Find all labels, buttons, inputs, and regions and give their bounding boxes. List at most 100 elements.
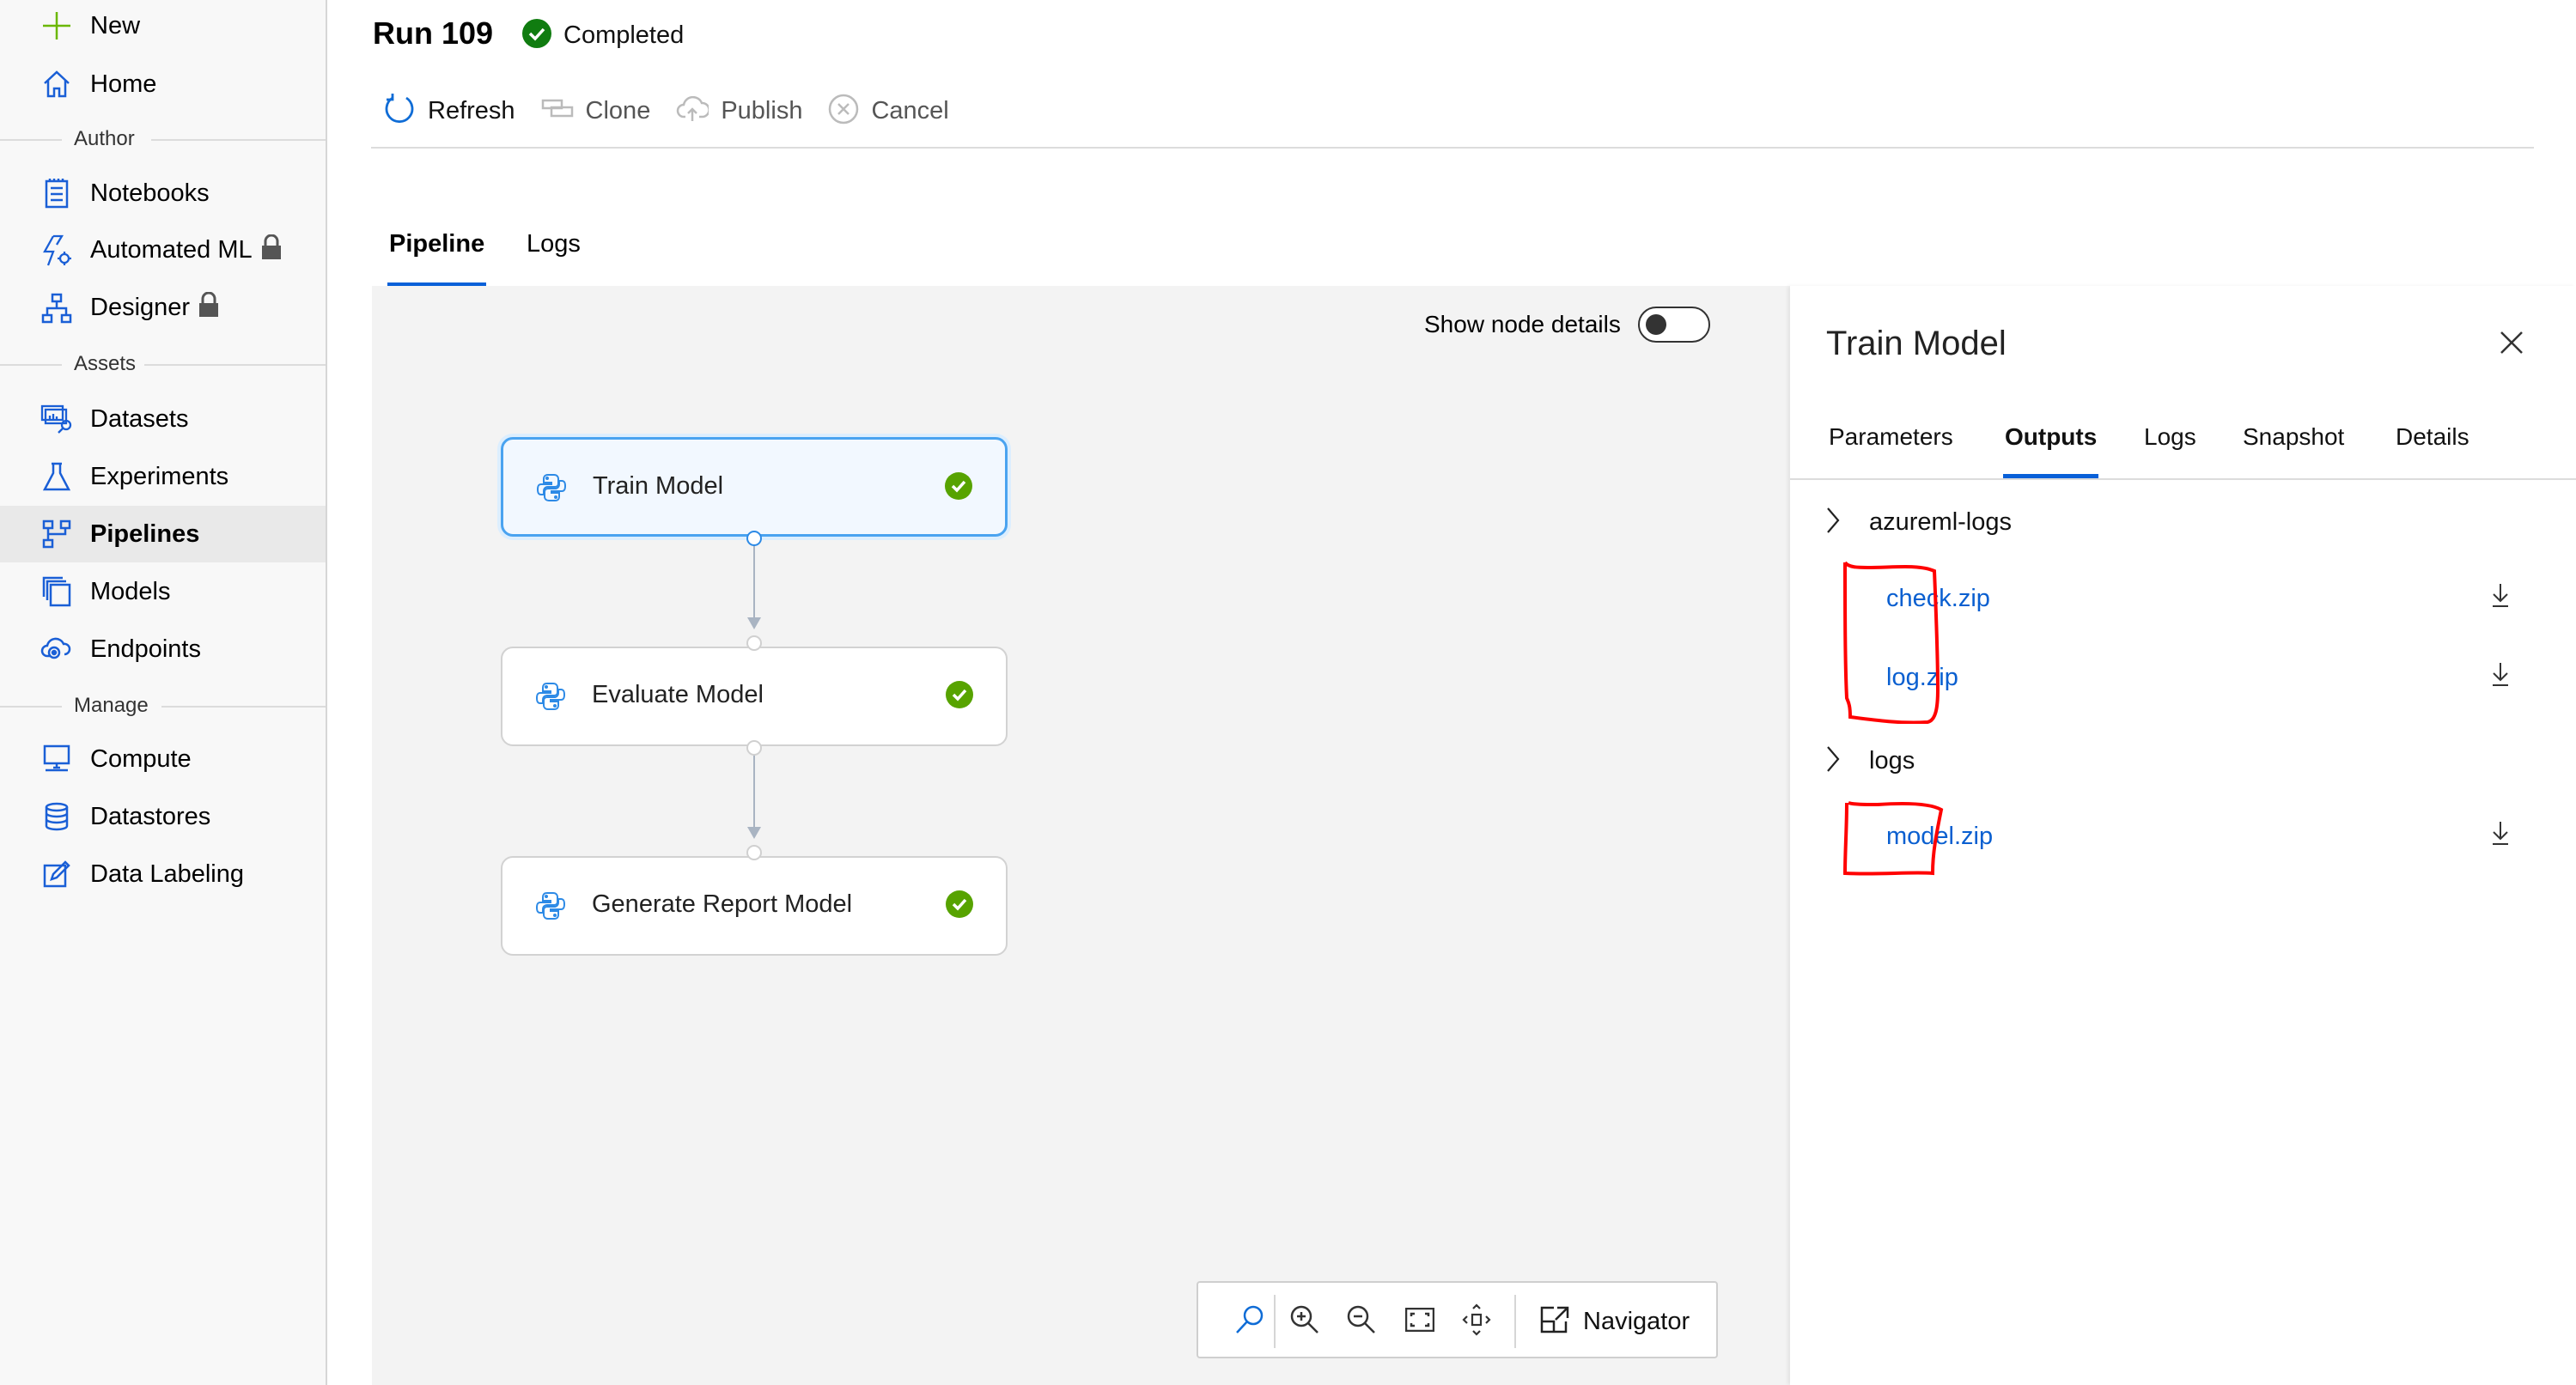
separator	[1274, 1295, 1276, 1348]
folder-name: logs	[1869, 746, 1915, 775]
sidebar-item-label: Pipelines	[90, 519, 200, 548]
download-button[interactable]	[2488, 659, 2513, 693]
pipeline-icon	[40, 517, 74, 551]
models-icon	[40, 574, 74, 609]
refresh-button[interactable]: Refresh	[383, 93, 515, 130]
file-link[interactable]: check.zip	[1886, 585, 1990, 613]
folder-azureml-logs[interactable]: azureml-logs	[1826, 501, 2012, 544]
output-port[interactable]	[746, 531, 762, 546]
download-button[interactable]	[2488, 817, 2513, 852]
node-name: Evaluate Model	[592, 681, 764, 708]
edge-arrow	[747, 617, 761, 629]
pipeline-node-train-model[interactable]: Train Model	[501, 437, 1008, 537]
panel-tab-logs[interactable]: Logs	[2144, 423, 2196, 478]
fit-screen-icon	[1404, 1307, 1435, 1336]
sidebar-item-label: Compute	[90, 744, 192, 773]
sidebar-item-new[interactable]: New	[0, 0, 326, 54]
cancel-circle-icon	[828, 94, 859, 129]
sidebar-item-label: New	[90, 11, 141, 39]
download-icon	[2491, 661, 2510, 691]
notebook-icon	[40, 176, 74, 210]
pan-move-icon	[1462, 1303, 1491, 1340]
download-button[interactable]	[2488, 580, 2513, 614]
cancel-button[interactable]: Cancel	[828, 94, 949, 129]
input-port[interactable]	[746, 635, 762, 651]
pipeline-node-evaluate-model[interactable]: Evaluate Model	[501, 647, 1008, 746]
output-port[interactable]	[746, 740, 762, 756]
file-link[interactable]: log.zip	[1886, 664, 1958, 692]
lock-icon	[198, 291, 219, 325]
sidebar-item-models[interactable]: Models	[0, 563, 326, 620]
python-icon	[535, 681, 566, 716]
sidebar-item-datasets[interactable]: Datasets	[0, 391, 326, 447]
edge-arrow	[747, 827, 761, 839]
input-port[interactable]	[746, 845, 762, 860]
refresh-icon	[383, 93, 416, 130]
section-label: Author	[74, 127, 135, 150]
edge-train-evaluate	[753, 539, 755, 623]
plus-icon	[40, 9, 74, 43]
zoom-in-button[interactable]	[1286, 1303, 1324, 1340]
close-panel-button[interactable]	[2494, 327, 2529, 361]
sidebar-item-label: Home	[90, 70, 157, 98]
file-link[interactable]: model.zip	[1886, 823, 1993, 851]
node-name: Train Model	[593, 472, 724, 500]
compute-icon	[40, 742, 74, 776]
node-name: Generate Report Model	[592, 890, 853, 918]
clone-icon	[541, 97, 574, 125]
canvas-zoom-toolbar: Navigator	[1197, 1281, 1718, 1358]
run-toolbar: Refresh Clone Publish Cancel	[383, 89, 975, 132]
sidebar-item-automated-ml[interactable]: Automated ML	[0, 222, 326, 279]
sidebar-item-datastores[interactable]: Datastores	[0, 788, 326, 845]
tab-logs[interactable]: Logs	[527, 230, 581, 287]
navigator-button[interactable]: Navigator	[1540, 1300, 1690, 1343]
flask-icon	[40, 459, 74, 494]
panel-tab-outputs[interactable]: Outputs	[2002, 423, 2099, 478]
endpoints-icon	[40, 632, 74, 666]
download-icon	[2491, 820, 2510, 850]
python-icon	[535, 890, 566, 926]
python-icon	[536, 472, 567, 507]
check-circle-icon	[522, 19, 551, 52]
panel-title: Train Model	[1826, 325, 2007, 362]
sidebar-item-pipelines[interactable]: Pipelines	[0, 506, 326, 562]
automated-ml-icon	[40, 234, 74, 268]
pipeline-node-generate-report-model[interactable]: Generate Report Model	[501, 856, 1008, 956]
search-button[interactable]	[1231, 1303, 1269, 1340]
separator	[1514, 1295, 1516, 1348]
section-label: Assets	[74, 352, 137, 375]
sidebar-item-label: Data Labeling	[90, 860, 244, 888]
cloud-upload-icon	[676, 95, 711, 126]
zoom-out-button[interactable]	[1343, 1303, 1380, 1340]
panel-tab-details[interactable]: Details	[2396, 423, 2469, 478]
lock-icon	[261, 234, 282, 267]
section-assets: Assets	[0, 352, 326, 378]
panel-tab-snapshot[interactable]: Snapshot	[2243, 423, 2344, 478]
sidebar-item-home[interactable]: Home	[0, 56, 326, 112]
zoom-out-icon	[1346, 1304, 1377, 1339]
tab-pipeline[interactable]: Pipeline	[387, 230, 487, 287]
success-check-icon	[946, 890, 973, 922]
sidebar-item-experiments[interactable]: Experiments	[0, 448, 326, 505]
sidebar-item-label: Datasets	[90, 404, 189, 433]
status-text: Completed	[563, 21, 685, 49]
show-node-details-toggle[interactable]	[1637, 307, 1710, 343]
status-badge: Completed	[522, 19, 684, 52]
clone-button[interactable]: Clone	[541, 97, 650, 125]
page-title: Run 109	[373, 15, 494, 51]
sidebar-item-designer[interactable]: Designer	[0, 280, 326, 337]
chevron-right-icon	[1826, 507, 1840, 538]
sidebar-item-label: Designer	[90, 291, 219, 325]
publish-button[interactable]: Publish	[676, 95, 802, 126]
sidebar-item-notebooks[interactable]: Notebooks	[0, 165, 326, 222]
sidebar-item-data-labeling[interactable]: Data Labeling	[0, 846, 326, 902]
database-icon	[40, 799, 74, 834]
folder-logs[interactable]: logs	[1826, 739, 1915, 782]
pipeline-canvas[interactable]: Show node details Train Model Evaluate M…	[372, 286, 1790, 1385]
pan-button[interactable]	[1458, 1303, 1495, 1340]
success-check-icon	[945, 472, 972, 504]
fit-to-screen-button[interactable]	[1401, 1303, 1439, 1340]
sidebar-item-endpoints[interactable]: Endpoints	[0, 621, 326, 677]
sidebar-item-compute[interactable]: Compute	[0, 731, 326, 787]
panel-tab-parameters[interactable]: Parameters	[1829, 423, 1953, 478]
